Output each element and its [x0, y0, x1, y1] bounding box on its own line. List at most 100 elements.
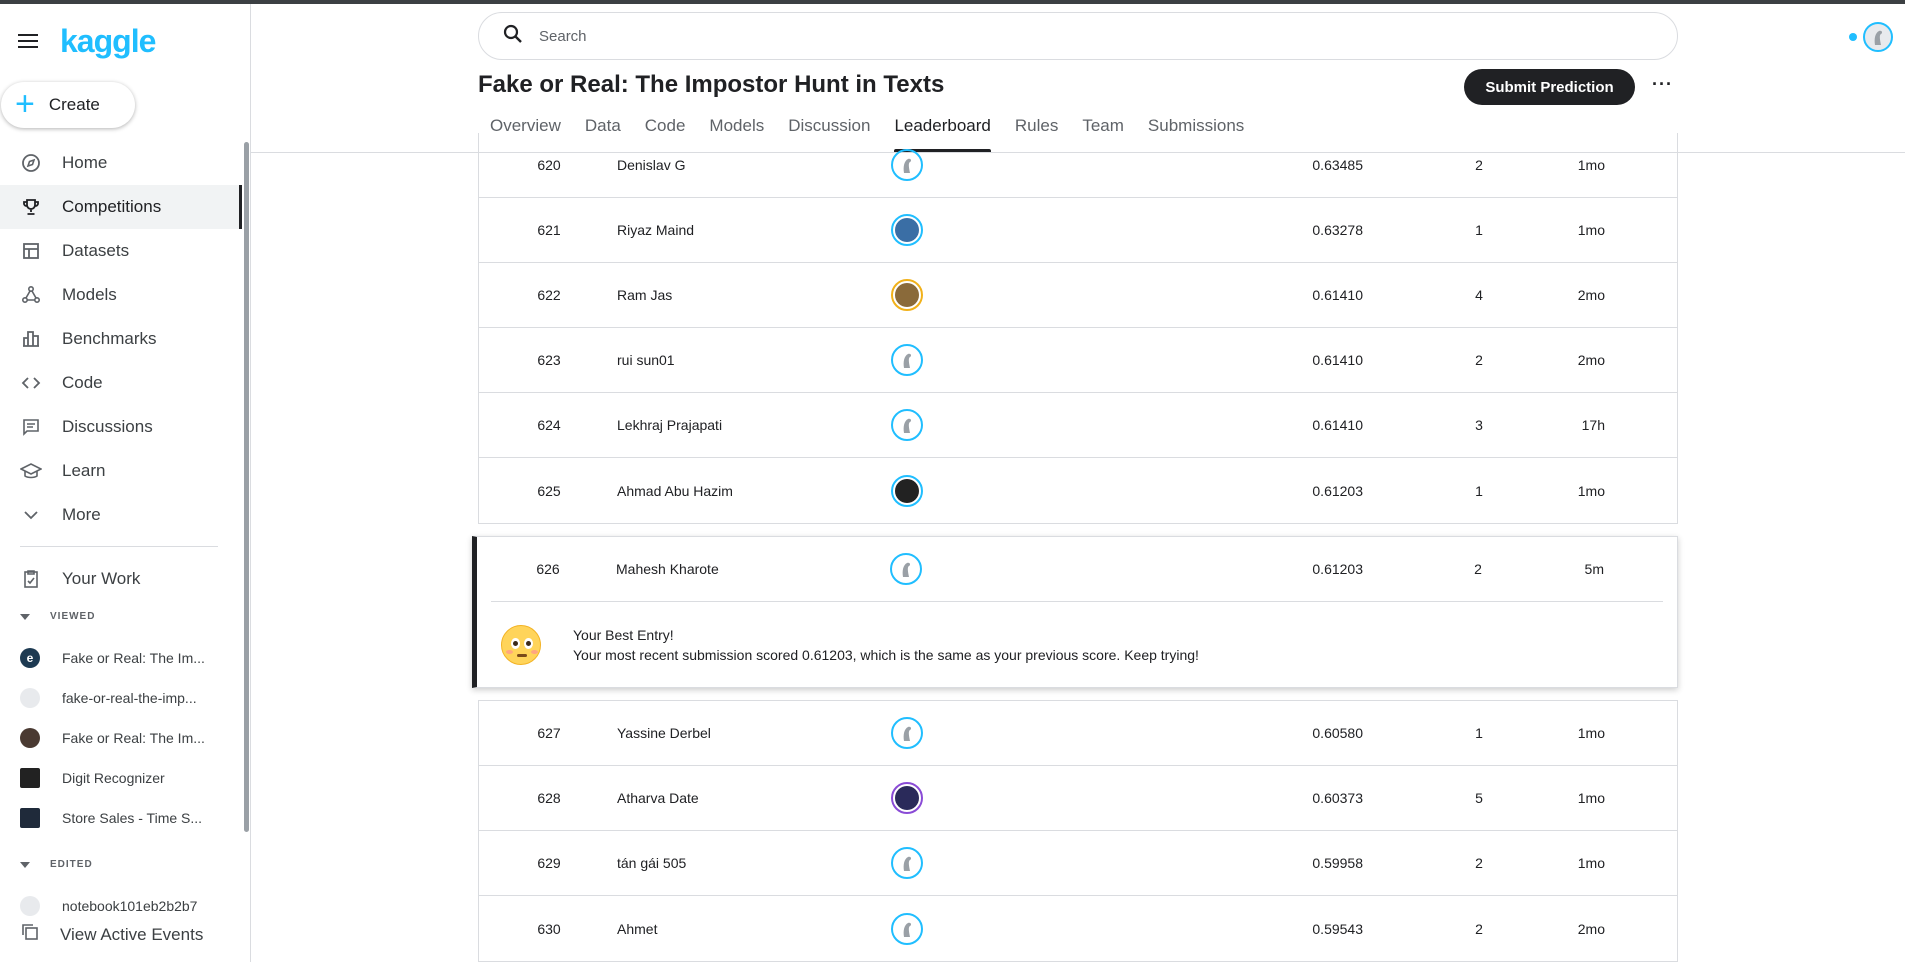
sidebar-item-discussions[interactable]: Discussions: [0, 405, 242, 449]
sidebar-item-label: Your Work: [62, 569, 141, 588]
leaderboard-row[interactable]: 628 Atharva Date 0.60373 5 1mo: [479, 766, 1677, 831]
rank-cell: 629: [537, 855, 561, 871]
best-entry-title: Your Best Entry!: [573, 626, 674, 643]
viewed-item[interactable]: fake-or-real-the-imp...: [0, 678, 242, 718]
best-entry-message: Your Best Entry! Your most recent submis…: [477, 602, 1677, 687]
team-avatar[interactable]: [891, 782, 923, 814]
leaderboard-row[interactable]: 627 Yassine Derbel 0.60580 1 1mo: [479, 701, 1677, 766]
my-leaderboard-row[interactable]: 626 Mahesh Kharote 0.61203 2 5m: [491, 537, 1663, 602]
entries-cell: 1: [1475, 725, 1483, 741]
viewed-item[interactable]: Fake or Real: The Im...: [0, 718, 242, 758]
team-name-cell[interactable]: Yassine Derbel: [617, 725, 711, 741]
team-name-cell[interactable]: Ahmad Abu Hazim: [617, 483, 733, 499]
sidebar-item-your-work[interactable]: Your Work: [0, 557, 242, 601]
sidebar: kaggle + Create Home Competitions Datase…: [0, 4, 251, 962]
last-submission-cell: 5m: [1584, 561, 1604, 577]
sidebar-item-competitions[interactable]: Competitions: [0, 185, 242, 229]
viewed-item[interactable]: e Fake or Real: The Im...: [0, 638, 242, 678]
team-avatar[interactable]: [891, 847, 923, 879]
leaderboard-row[interactable]: 630 Ahmet 0.59543 2 2mo: [479, 896, 1677, 961]
team-avatar[interactable]: [891, 912, 923, 945]
sidebar-item-more[interactable]: More: [0, 493, 242, 537]
leaderboard-row[interactable]: 622 Ram Jas 0.61410 4 2mo: [479, 263, 1677, 328]
sidebar-item-label: More: [62, 505, 101, 524]
leaderboard-row[interactable]: 625 Ahmad Abu Hazim 0.61203 1 1mo: [479, 458, 1677, 523]
window-top-border: [0, 0, 1905, 4]
team-name-cell[interactable]: rui sun01: [617, 352, 675, 368]
team-name-cell[interactable]: Mahesh Kharote: [616, 561, 719, 577]
sidebar-item-benchmarks[interactable]: Benchmarks: [0, 317, 242, 361]
team-name-cell[interactable]: Denislav G: [617, 157, 685, 173]
menu-icon[interactable]: [18, 34, 38, 48]
team-name-cell[interactable]: Riyaz Maind: [617, 222, 694, 238]
entries-cell: 2: [1475, 920, 1483, 937]
leaderboard: 620 Denislav G 0.63485 2 1mo 621 Riyaz Maind 0.…: [472, 133, 1678, 962]
search-bar[interactable]: [478, 12, 1678, 60]
rank-cell: 627: [537, 725, 561, 741]
edited-item[interactable]: notebook101eb2b2b7: [0, 886, 242, 926]
chat-icon: [20, 416, 42, 438]
score-cell: 0.63278: [1312, 222, 1363, 238]
my-entry-card: 626 Mahesh Kharote 0.61203 2 5m Your Bes…: [472, 536, 1678, 688]
table-icon: [20, 240, 42, 262]
leaderboard-row[interactable]: 623 rui sun01 0.61410 2 2mo: [479, 328, 1677, 393]
team-name-cell[interactable]: tán gái 505: [617, 855, 686, 871]
team-avatar[interactable]: [891, 717, 923, 749]
best-entry-text: Your most recent submission scored 0.612…: [573, 646, 1199, 663]
team-avatar[interactable]: [891, 279, 923, 311]
user-area: [1849, 22, 1893, 52]
sidebar-scrollbar[interactable]: [244, 142, 249, 832]
viewed-section-toggle[interactable]: VIEWED: [20, 611, 95, 622]
more-options-button[interactable]: ···: [1652, 74, 1673, 95]
user-avatar[interactable]: [1863, 22, 1893, 52]
team-avatar[interactable]: [891, 214, 923, 246]
score-cell: 0.61203: [1312, 561, 1363, 577]
leaderboard-row[interactable]: 621 Riyaz Maind 0.63278 1 1mo: [479, 198, 1677, 263]
submit-prediction-button[interactable]: Submit Prediction: [1464, 69, 1635, 105]
sidebar-item-datasets[interactable]: Datasets: [0, 229, 242, 273]
sidebar-nav: Home Competitions Datasets Models Benchm…: [0, 141, 242, 537]
team-name-cell[interactable]: Lekhraj Prajapati: [617, 417, 722, 433]
leaderboard-row[interactable]: 620 Denislav G 0.63485 2 1mo: [479, 133, 1677, 198]
competition-thumb-icon: e: [20, 648, 40, 668]
rank-cell: 622: [537, 287, 561, 303]
team-avatar[interactable]: [891, 149, 923, 181]
edited-list: notebook101eb2b2b7: [0, 886, 242, 926]
last-submission-cell: 1mo: [1577, 482, 1605, 499]
clipboard-icon: [20, 568, 42, 590]
digit-recognizer-thumb-icon: [20, 768, 40, 788]
view-active-events-button[interactable]: View Active Events: [20, 922, 203, 947]
viewed-item[interactable]: Store Sales - Time S...: [0, 798, 242, 838]
entries-cell: 2: [1475, 157, 1483, 173]
team-name-cell[interactable]: Ram Jas: [617, 287, 672, 303]
sidebar-item-models[interactable]: Models: [0, 273, 242, 317]
team-name-cell[interactable]: Ahmet: [617, 921, 657, 937]
create-button[interactable]: + Create: [1, 82, 135, 128]
team-avatar[interactable]: [891, 474, 923, 507]
sidebar-item-label: Benchmarks: [62, 329, 157, 348]
leaderboard-table-top: 620 Denislav G 0.63485 2 1mo 621 Riyaz Maind 0.…: [478, 133, 1678, 524]
rank-cell: 626: [536, 561, 560, 577]
team-avatar[interactable]: [891, 409, 923, 441]
last-submission-cell: 1mo: [1577, 855, 1605, 871]
leaderboard-row[interactable]: 629 tán gái 505 0.59958 2 1mo: [479, 831, 1677, 896]
team-avatar[interactable]: [891, 344, 923, 376]
viewed-item-label: Store Sales - Time S...: [62, 810, 203, 826]
entries-cell: 2: [1474, 561, 1482, 577]
kaggle-logo[interactable]: kaggle: [60, 23, 156, 60]
team-avatar[interactable]: [890, 553, 922, 585]
sidebar-item-learn[interactable]: Learn: [0, 449, 242, 493]
collapse-icon: [20, 613, 30, 620]
team-name-cell[interactable]: Atharva Date: [617, 790, 699, 806]
leaderboard-row[interactable]: 624 Lekhraj Prajapati 0.61410 3 17h: [479, 393, 1677, 458]
models-icon: [20, 284, 42, 306]
viewed-item-label: Fake or Real: The Im...: [62, 650, 205, 666]
rank-cell: 628: [537, 790, 561, 806]
notebook-thumb-icon: [20, 688, 40, 708]
search-input[interactable]: [539, 27, 1639, 45]
edited-section-toggle[interactable]: EDITED: [20, 859, 93, 870]
notebook-thumb-icon: [20, 896, 40, 916]
sidebar-item-home[interactable]: Home: [0, 141, 242, 185]
viewed-item[interactable]: Digit Recognizer: [0, 758, 242, 798]
sidebar-item-code[interactable]: Code: [0, 361, 242, 405]
